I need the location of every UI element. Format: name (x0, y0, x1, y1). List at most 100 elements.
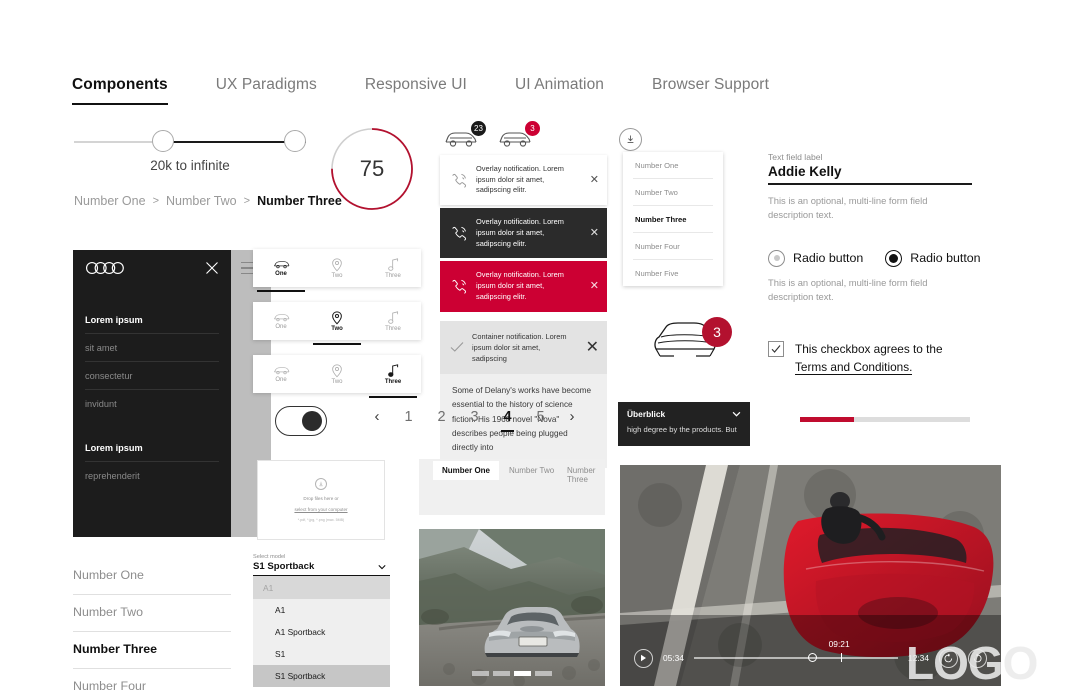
terms-link[interactable]: Terms and Conditions. (795, 359, 913, 375)
video-progress-knob[interactable] (808, 653, 818, 663)
close-icon[interactable]: ✕ (590, 174, 599, 186)
download-button[interactable] (619, 128, 642, 151)
pagination-page-5[interactable]: 5 (524, 409, 557, 425)
select-option-s1-sportback[interactable]: S1 Sportback (253, 665, 390, 687)
tab-ui-animation[interactable]: UI Animation (515, 76, 604, 103)
breadcrumb-item-2[interactable]: Number Two (166, 194, 237, 208)
slider-knob-min[interactable] (152, 130, 174, 152)
list-item[interactable]: Number Two (633, 179, 713, 206)
notification-white: Overlay notification. Lorem ipsum dolor … (440, 155, 607, 206)
sidenav-item-invidunt[interactable]: invidunt (85, 390, 219, 417)
tab-label: One (275, 324, 287, 330)
tab-responsive-ui[interactable]: Responsive UI (365, 76, 467, 103)
tabbar2-tab-one[interactable]: One (253, 302, 309, 340)
pagination-next[interactable]: › (557, 408, 587, 425)
tabbar3-tab-three[interactable]: Three (365, 355, 421, 398)
slider-track[interactable] (74, 141, 306, 143)
badge-item-dark[interactable]: 23 (444, 121, 486, 151)
list-item[interactable]: Number One (73, 558, 231, 595)
close-icon[interactable]: ✕ (586, 337, 599, 357)
list-item[interactable]: Number One (633, 152, 713, 179)
pagination-page-3[interactable]: 3 (458, 409, 491, 425)
breadcrumb-separator: > (243, 195, 251, 207)
tabbar3-tab-one[interactable]: One (253, 355, 309, 393)
tabbar2-tab-two[interactable]: Two (309, 302, 365, 345)
list-item[interactable]: Number Three (73, 632, 231, 669)
tab-ux-paradigms[interactable]: UX Paradigms (216, 76, 317, 103)
list-item[interactable]: Number Four (73, 669, 231, 694)
content-tab-two[interactable]: Number Two (509, 466, 554, 475)
list-item[interactable]: Number Two (73, 595, 231, 632)
tab-label: One (275, 377, 287, 383)
pagination-page-1[interactable]: 1 (392, 409, 425, 425)
tabbar1-tab-three[interactable]: Three (365, 249, 421, 287)
sidenav-item-sit-amet[interactable]: sit amet (85, 334, 219, 362)
range-slider[interactable]: 20k to infinite (74, 130, 306, 173)
video-current-time: 05:34 (663, 653, 684, 663)
toggle-switch[interactable] (275, 406, 327, 436)
breadcrumb-item-1[interactable]: Number One (74, 194, 146, 208)
carousel-dot-3[interactable] (514, 671, 531, 676)
tab-browser-support[interactable]: Browser Support (652, 76, 769, 103)
icon-tabbar-2: One Two Three (253, 302, 421, 345)
text-field-input[interactable]: Addie Kelly (768, 162, 1008, 183)
list-item[interactable]: Number Three (633, 206, 713, 233)
close-icon[interactable]: ✕ (590, 227, 599, 239)
content-tab-one[interactable]: Number One (433, 461, 500, 480)
close-icon[interactable] (205, 261, 219, 275)
tab-components[interactable]: Components (72, 76, 168, 105)
pagination-page-2[interactable]: 2 (425, 409, 458, 425)
list-item[interactable]: Number Four (633, 233, 713, 260)
radio-button-2[interactable]: Radio button (885, 249, 981, 267)
play-button[interactable] (634, 648, 653, 668)
sidenav-item-consectetur[interactable]: consectetur (85, 362, 219, 390)
audi-rings-logo (85, 261, 124, 275)
music-note-icon (387, 363, 398, 377)
content-tab-three[interactable]: Number Three (567, 466, 605, 484)
icon-tabbar-1: One Two Three (253, 249, 421, 292)
checkbox-label: This checkbox agrees to the Terms and Co… (795, 341, 943, 376)
slider-knob-max[interactable] (284, 130, 306, 152)
sidenav-header (73, 250, 231, 276)
icon-tabbars-group: One Two Three One Two Three One Two Thre… (253, 249, 421, 408)
toggle-knob (302, 411, 322, 431)
tabbar1-tab-two[interactable]: Two (309, 249, 365, 287)
sidenav-item-reprehenderit[interactable]: reprehenderit (85, 462, 219, 489)
radio-description: This is an optional, multi-line form fie… (768, 276, 928, 303)
select-option-a1-sportback[interactable]: A1 Sportback (253, 621, 390, 643)
tab-label: Two (331, 272, 343, 279)
dark-dropdown-header[interactable]: Überblick (618, 402, 750, 424)
tabbar1-tab-one[interactable]: One (253, 249, 309, 292)
carousel-dot-1[interactable] (472, 671, 489, 676)
close-icon[interactable]: ✕ (590, 281, 599, 292)
video-progress-bar[interactable]: 09:21 (693, 639, 899, 663)
tabbar3-tab-two[interactable]: Two (309, 355, 365, 393)
chevron-down-icon (732, 411, 741, 417)
list-item[interactable]: Number Five (633, 260, 713, 286)
badge-item-red[interactable]: 3 (498, 121, 540, 151)
select-option-s1[interactable]: S1 (253, 643, 390, 665)
notification-text: Overlay notification. Lorem ipsum dolor … (476, 270, 564, 301)
tabbar2-tab-three[interactable]: Three (365, 302, 421, 340)
dropzone-line2[interactable]: select from your computer (294, 506, 347, 514)
location-pin-icon (332, 257, 342, 271)
file-dropzone[interactable]: Drop files here or select from your comp… (257, 460, 385, 540)
badge-count: 3 (525, 121, 540, 136)
pagination-prev[interactable]: ‹ (362, 408, 392, 425)
car-badge-widget: 3 (650, 315, 732, 375)
radio-label: Radio button (793, 251, 864, 266)
terms-checkbox[interactable] (768, 340, 784, 357)
image-carousel[interactable] (419, 529, 605, 686)
select-model: Select model S1 Sportback A1 A1 A1 Sport… (253, 554, 390, 687)
radio-button-1[interactable]: Radio button (768, 249, 864, 267)
select-option-a1[interactable]: A1 (253, 599, 390, 621)
container-notification: Container notification. Lorem ipsum dolo… (440, 320, 607, 374)
car-icon (273, 261, 289, 269)
pagination-page-4[interactable]: 4 (491, 409, 524, 432)
dark-dropdown[interactable]: Überblick high degree by the products. B… (618, 402, 750, 446)
select-trigger[interactable]: S1 Sportback (253, 560, 390, 576)
carousel-dot-4[interactable] (535, 671, 552, 676)
carousel-dot-2[interactable] (493, 671, 510, 676)
music-note-icon (387, 257, 398, 271)
radio-label: Radio button (910, 251, 981, 266)
